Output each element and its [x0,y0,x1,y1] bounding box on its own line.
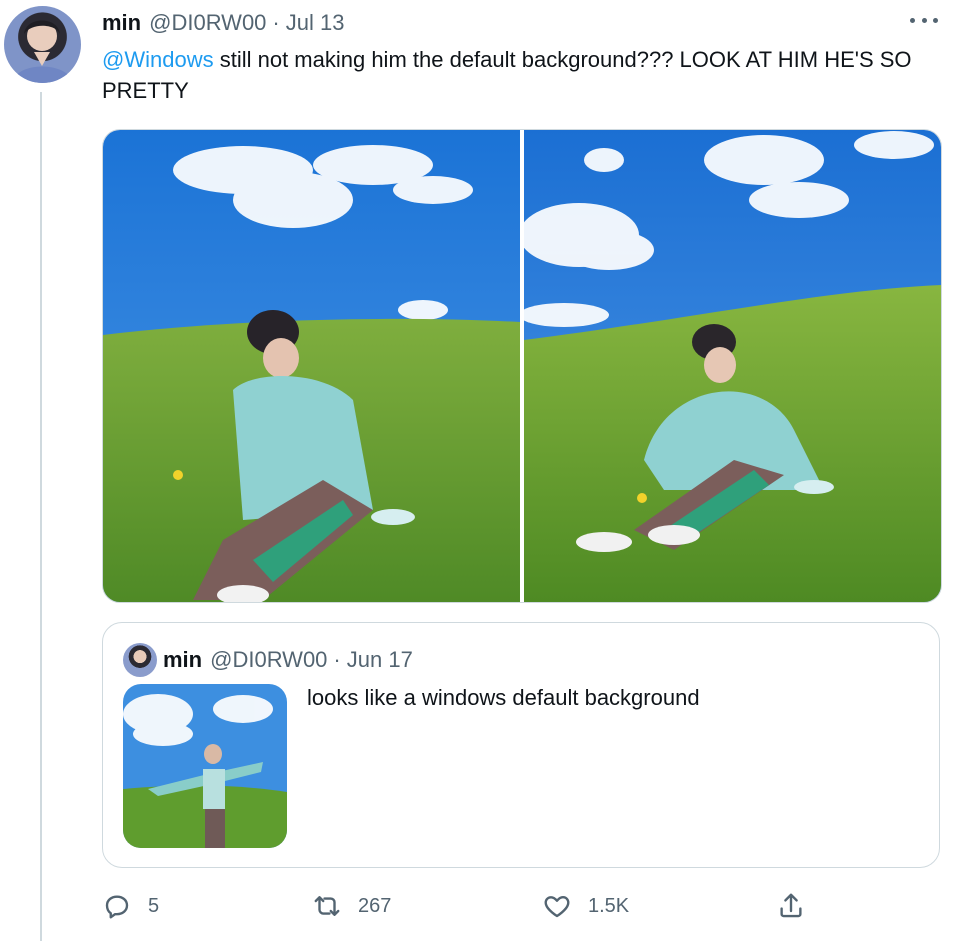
tweet-header: min @DI0RW00 · Jul 13 [102,8,940,38]
quoted-date: Jun 17 [346,647,413,672]
like-count: 1.5K [588,894,630,917]
quoted-author-handle: @DI0RW00 [210,647,328,672]
tweet-actions: 5 267 1.5K [102,886,822,926]
thread-connector [40,92,42,941]
like-button[interactable]: 1.5K [542,886,629,926]
reply-count: 5 [148,894,160,917]
quoted-text: looks like a windows default background [307,685,700,710]
reply-icon [105,895,129,919]
share-button[interactable] [776,886,806,926]
quoted-tweet[interactable]: min @DI0RW00 · Jun 17 looks like a windo… [102,622,940,868]
author-avatar[interactable] [4,6,81,83]
tweet-date[interactable]: Jul 13 [286,10,345,36]
separator-dot: · [333,647,341,672]
heart-icon [544,896,570,918]
retweet-button[interactable]: 267 [312,886,391,926]
media-grid [102,129,942,603]
quoted-author-name: min [163,647,203,672]
reply-button[interactable]: 5 [102,886,159,926]
retweet-count: 267 [358,894,392,917]
tweet-body: still not making him the default backgro… [102,47,912,103]
retweet-icon [314,896,340,916]
author-handle[interactable]: @DI0RW00 [149,10,266,36]
share-icon [780,893,802,918]
separator-dot: · [272,10,280,35]
tweet-text: @Windows still not making him the defaul… [102,44,922,106]
more-options-icon[interactable] [910,10,938,30]
author-name[interactable]: min [102,10,141,36]
tweet-photo-1[interactable] [103,130,520,602]
quoted-header: min @DI0RW00 · Jun 17 [163,645,413,675]
mention-link[interactable]: @Windows [102,47,214,72]
tweet-photo-2[interactable] [524,130,941,602]
quoted-author-avatar [123,643,157,677]
quoted-photo[interactable] [123,684,287,848]
